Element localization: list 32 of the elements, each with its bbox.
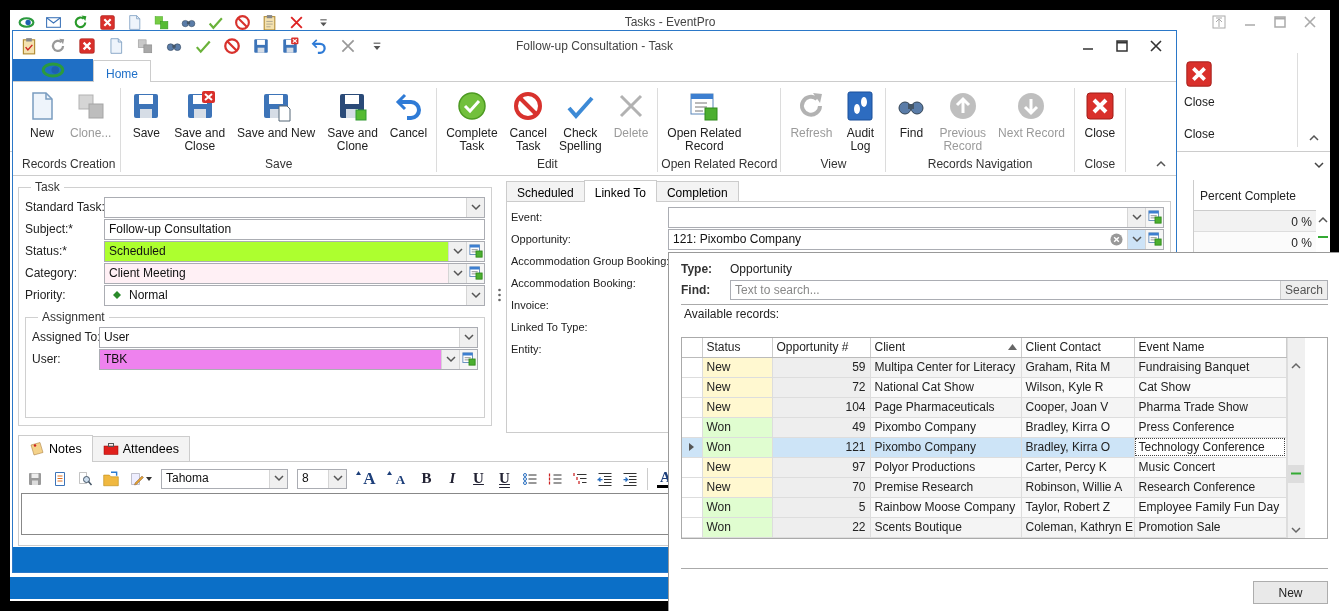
- records-label: Available records:: [683, 307, 781, 323]
- field-label: Entity:: [511, 343, 542, 355]
- field-label: Linked To Type:: [511, 321, 588, 333]
- table-cell: 0 %: [1194, 211, 1316, 232]
- field-label: Priority:: [25, 288, 67, 302]
- field-label: Opportunity:: [511, 233, 571, 245]
- field-label: Invoice:: [511, 299, 549, 311]
- table-cell: 0 %: [1194, 232, 1316, 253]
- field-label: Standard Task:: [25, 200, 104, 214]
- field-label: Category:: [25, 266, 79, 280]
- group-title: Assignment: [41, 310, 106, 324]
- group-label: Close: [1184, 127, 1216, 141]
- group-label: Close: [1083, 157, 1117, 172]
- field-label: Subject:*: [25, 222, 75, 236]
- field-label: Find:: [681, 282, 712, 297]
- group-label: Records Navigation: [926, 157, 1034, 172]
- field-label: Event:: [511, 211, 543, 223]
- field-label: Accommodation Booking:: [511, 277, 636, 289]
- field-label: Status:*: [25, 244, 69, 258]
- group-title: Task: [34, 180, 61, 194]
- group-label: Open Related Record: [661, 157, 778, 172]
- field-label: Type:: [681, 261, 714, 276]
- group-label: Records Creation: [21, 157, 117, 172]
- window-title: Tasks - EventPro: [624, 15, 716, 29]
- type-value: Opportunity: [730, 261, 793, 276]
- group-label: Save: [264, 157, 294, 172]
- field-label: User:: [32, 352, 62, 366]
- group-label: View: [819, 157, 848, 172]
- window-title: Follow-up Consultation - Task: [515, 38, 674, 53]
- field-label: Assigned To:: [32, 330, 99, 344]
- field-label: Accommodation Group Booking:: [511, 255, 670, 267]
- group-label: Edit: [535, 157, 559, 172]
